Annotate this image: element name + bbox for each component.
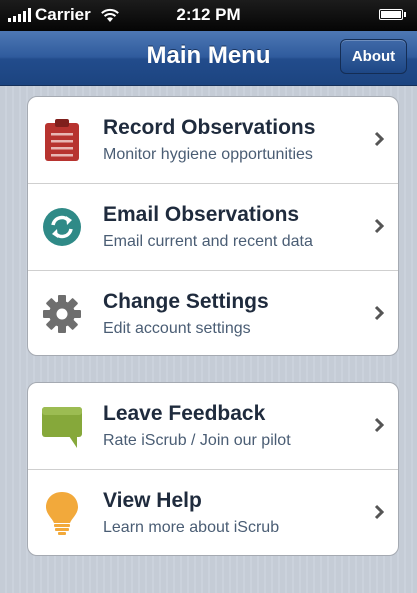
menu-item-change-settings[interactable]: Change Settings Edit account settings [28, 271, 398, 355]
chevron-right-icon [374, 305, 384, 321]
menu-item-title: View Help [103, 489, 202, 512]
speech-bubble-icon [42, 407, 82, 448]
battery-icon [379, 9, 406, 20]
about-button[interactable]: About [340, 39, 407, 74]
chevron-right-icon [374, 218, 384, 234]
menu-item-leave-feedback[interactable]: Leave Feedback Rate iScrub / Join our pi… [28, 383, 398, 470]
menu-item-subtitle: Email current and recent data [103, 233, 313, 250]
menu-group-secondary: Leave Feedback Rate iScrub / Join our pi… [27, 382, 399, 556]
menu-item-record-observations[interactable]: Record Observations Monitor hygiene oppo… [28, 97, 398, 184]
menu-item-subtitle: Monitor hygiene opportunities [103, 146, 313, 163]
menu-item-title: Email Observations [103, 203, 300, 226]
menu-item-subtitle: Edit account settings [103, 320, 251, 337]
chevron-right-icon [374, 417, 384, 433]
navigation-bar: Main Menu About [0, 31, 417, 86]
status-time: 2:12 PM [176, 5, 241, 24]
menu-group-primary: Record Observations Monitor hygiene oppo… [27, 96, 399, 356]
menu-item-title: Record Observations [103, 116, 316, 139]
menu-item-view-help[interactable]: View Help Learn more about iScrub [28, 470, 398, 555]
menu-item-title: Leave Feedback [103, 402, 266, 425]
lightbulb-icon [46, 492, 78, 535]
menu-item-subtitle: Learn more about iScrub [103, 519, 280, 536]
clipboard-icon [45, 119, 79, 161]
menu-item-title: Change Settings [103, 290, 269, 313]
status-bar: Carrier 2:12 PM [0, 0, 417, 31]
chevron-right-icon [374, 131, 384, 147]
gear-icon [43, 295, 81, 333]
menu-item-subtitle: Rate iScrub / Join our pilot [103, 432, 291, 449]
menu-item-email-observations[interactable]: Email Observations Email current and rec… [28, 184, 398, 271]
chevron-right-icon [374, 504, 384, 520]
menu-content: Record Observations Monitor hygiene oppo… [0, 86, 417, 593]
sync-icon [43, 208, 81, 246]
